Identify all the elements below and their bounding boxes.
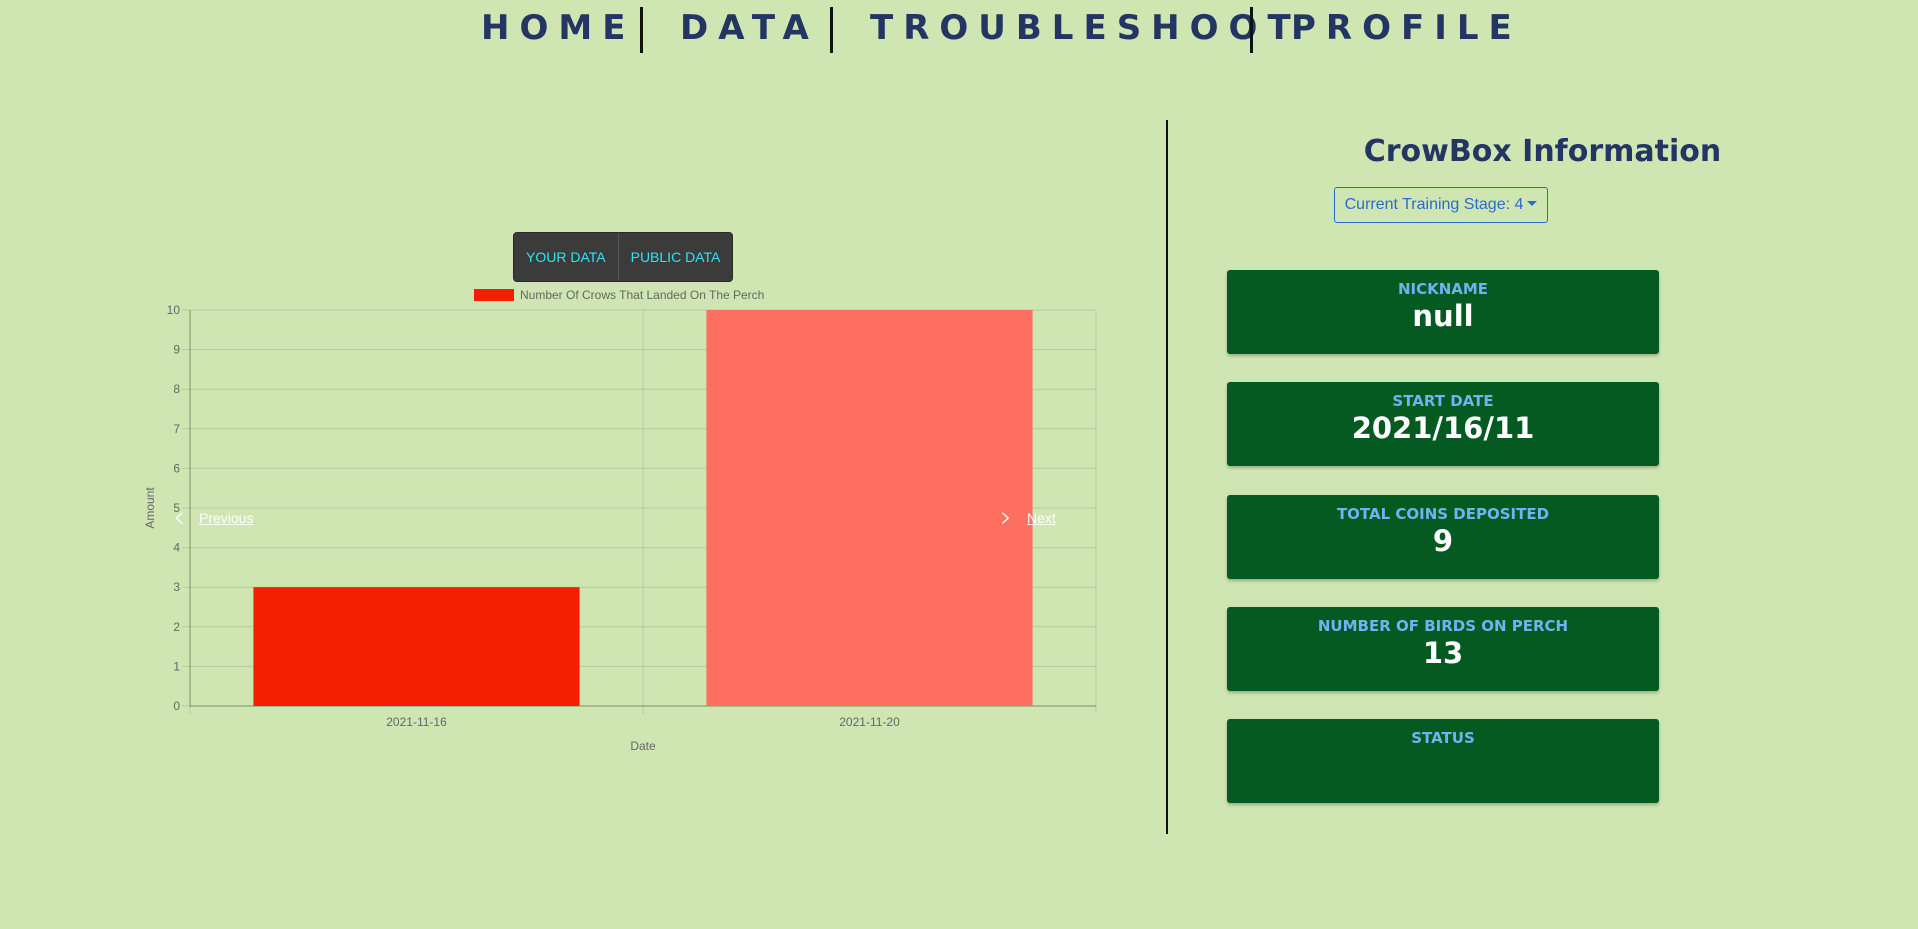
y-axis-title: Amount <box>143 487 157 529</box>
y-tick-label: 7 <box>173 422 180 436</box>
data-source-toggle: YOUR DATA PUBLIC DATA <box>513 232 734 282</box>
birds-on-perch-label: NUMBER OF BIRDS ON PERCH <box>1317 617 1569 635</box>
x-axis-title: Date <box>630 739 656 753</box>
nav-home-link[interactable]: HOME <box>481 8 635 48</box>
nickname-label: NICKNAME <box>1397 280 1489 298</box>
status-card: STATUS <box>1227 719 1659 803</box>
nav-divider <box>640 7 643 53</box>
chevron-right-icon[interactable]: › <box>1000 503 1012 533</box>
total-coins-label: TOTAL COINS DEPOSITED <box>1336 505 1550 523</box>
x-tick-label: 2021-11-16 <box>386 715 447 729</box>
info-title: CrowBox Information <box>1363 134 1722 169</box>
your-data-button[interactable]: YOUR DATA <box>514 233 618 281</box>
carousel-previous-link[interactable]: Previous <box>199 510 253 526</box>
y-tick-label: 8 <box>173 382 180 396</box>
caret-down-icon <box>1527 200 1538 206</box>
birds-on-perch-card: NUMBER OF BIRDS ON PERCH 13 <box>1227 607 1659 691</box>
nav-divider <box>830 7 833 53</box>
y-tick-label: 6 <box>173 461 180 475</box>
carousel-next-link[interactable]: Next <box>1027 510 1056 526</box>
bar <box>253 587 580 706</box>
top-nav: HOME DATA TROUBLESHOOT PROFILE <box>0 0 1918 58</box>
nav-divider <box>1250 7 1253 53</box>
nickname-card: NICKNAME null <box>1227 270 1659 354</box>
training-stage-dropdown[interactable]: Current Training Stage: 4 <box>1334 187 1548 223</box>
status-label: STATUS <box>1411 729 1475 747</box>
public-data-button[interactable]: PUBLIC DATA <box>617 233 733 281</box>
birds-on-perch-value: 13 <box>1422 636 1464 670</box>
y-tick-label: 0 <box>173 699 180 713</box>
total-coins-card: TOTAL COINS DEPOSITED 9 <box>1227 495 1659 579</box>
nav-profile-link[interactable]: PROFILE <box>1291 8 1522 48</box>
chevron-left-icon[interactable]: ‹ <box>173 503 185 533</box>
total-coins-value: 9 <box>1432 524 1454 558</box>
nav-troubleshoot-link[interactable]: TROUBLESHOOT <box>870 8 1301 48</box>
y-tick-label: 10 <box>167 303 181 317</box>
nav-data-link[interactable]: DATA <box>680 8 819 48</box>
nickname-value: null <box>1412 299 1474 333</box>
y-tick-label: 2 <box>173 620 180 634</box>
start-date-value: 2021/16/11 <box>1351 411 1535 445</box>
x-tick-label: 2021-11-20 <box>839 715 900 729</box>
start-date-label: START DATE <box>1392 392 1494 410</box>
training-stage-label: Current Training Stage: 4 <box>1344 196 1524 213</box>
y-tick-label: 4 <box>173 541 180 555</box>
legend-label: Number Of Crows That Landed On The Perch <box>520 288 764 302</box>
start-date-card: START DATE 2021/16/11 <box>1227 382 1659 466</box>
y-tick-label: 3 <box>173 580 180 594</box>
section-divider <box>1166 120 1168 834</box>
legend-swatch <box>474 289 514 301</box>
y-tick-label: 9 <box>173 343 180 357</box>
bar <box>706 310 1033 706</box>
y-tick-label: 1 <box>173 659 180 673</box>
